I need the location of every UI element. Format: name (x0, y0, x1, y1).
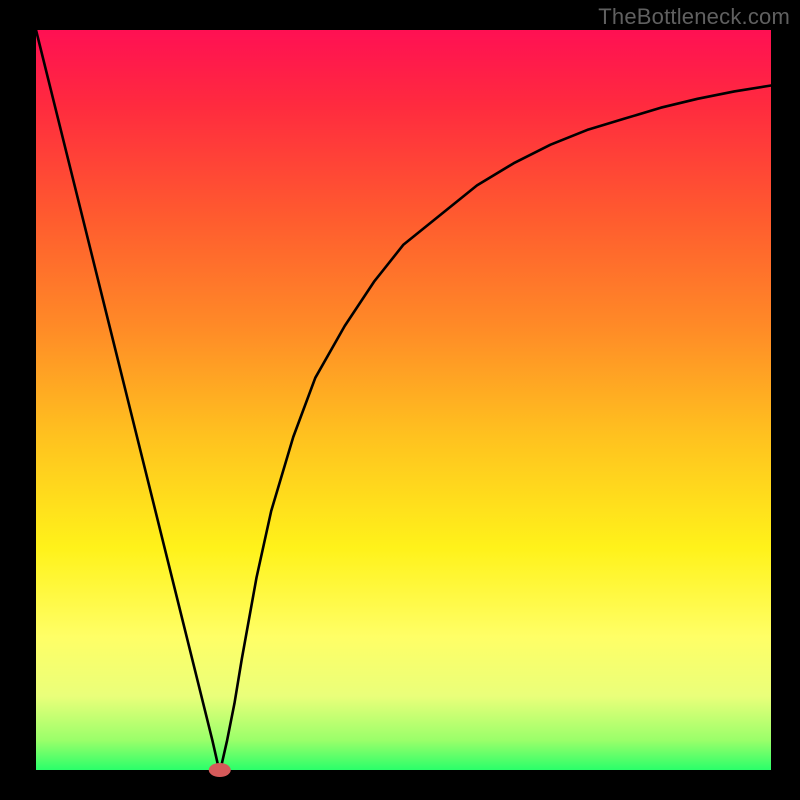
plot-background (36, 30, 771, 770)
bottleneck-chart: TheBottleneck.com (0, 0, 800, 800)
chart-svg (0, 0, 800, 800)
optimum-marker (209, 763, 231, 777)
watermark-text: TheBottleneck.com (598, 4, 790, 30)
